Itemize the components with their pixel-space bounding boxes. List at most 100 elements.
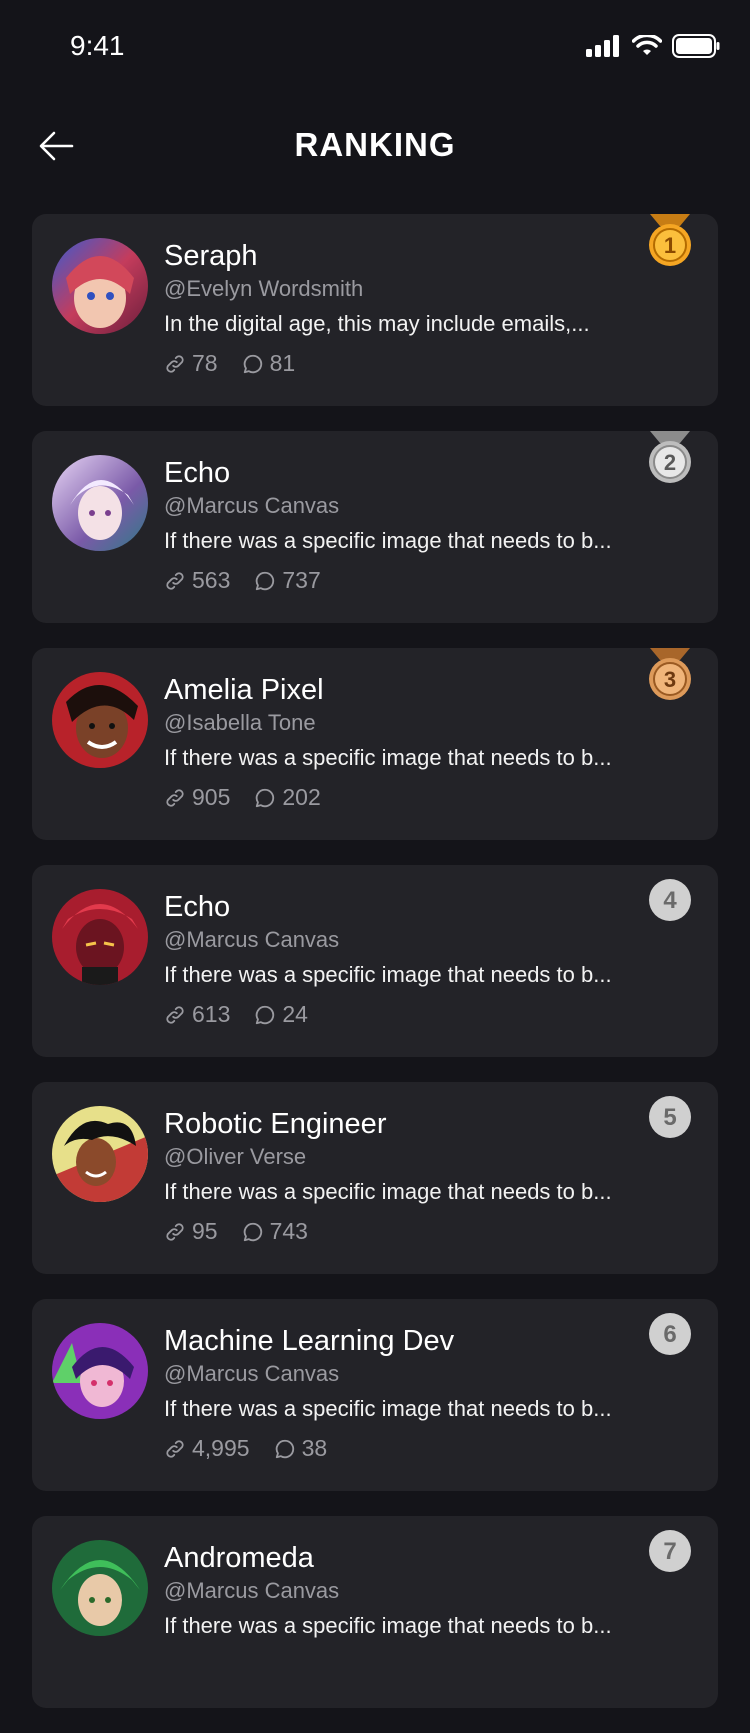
avatar	[52, 1540, 148, 1636]
link-icon	[166, 354, 184, 373]
ranking-card[interactable]: Seraph @Evelyn Wordsmith In the digital …	[32, 214, 718, 406]
signal-icon	[586, 35, 619, 57]
user-name: Machine Learning Dev	[164, 1325, 455, 1357]
stats: 4,995 38	[164, 1435, 351, 1462]
battery-icon	[672, 34, 720, 58]
stats: 95 743	[164, 1218, 332, 1245]
comment-count: 202	[282, 784, 321, 810]
rank-number: 2	[664, 450, 676, 475]
link-count: 95	[192, 1218, 218, 1244]
rank-medal-gold: 1	[648, 214, 692, 274]
link-count: 613	[192, 1001, 231, 1027]
comment-icon	[256, 571, 275, 590]
user-description: If there was a specific image that needs…	[164, 1179, 612, 1204]
user-handle: @Isabella Tone	[164, 710, 316, 735]
rank-medal-silver: 2	[648, 431, 692, 491]
comment-icon	[243, 1222, 262, 1241]
user-name: Echo	[164, 891, 231, 923]
comment-count: 24	[282, 1001, 308, 1027]
ranking-card[interactable]: Echo @Marcus Canvas If there was a speci…	[32, 431, 718, 623]
user-name: Robotic Engineer	[164, 1108, 387, 1140]
avatar	[52, 1106, 148, 1202]
avatar	[52, 238, 148, 334]
link-icon	[166, 1439, 184, 1458]
comment-count: 737	[282, 567, 321, 593]
ranking-list: Seraph @Evelyn Wordsmith In the digital …	[32, 214, 718, 1733]
comment-stat: 24	[254, 1001, 308, 1028]
user-description: If there was a specific image that needs…	[164, 962, 612, 987]
rank-badge: 5	[648, 1082, 692, 1142]
rank-number: 4	[663, 887, 677, 914]
user-description: In the digital age, this may include ema…	[164, 311, 590, 336]
user-description: If there was a specific image that needs…	[164, 1396, 612, 1421]
ranking-card[interactable]: Amelia Pixel @Isabella Tone If there was…	[32, 648, 718, 840]
comment-stat: 743	[242, 1218, 308, 1245]
link-count: 78	[192, 350, 218, 376]
ranking-card[interactable]: Machine Learning Dev @Marcus Canvas If t…	[32, 1299, 718, 1491]
comment-stat: 202	[254, 784, 321, 811]
user-description: If there was a specific image that needs…	[164, 1613, 612, 1638]
link-stat: 563	[164, 567, 230, 594]
stats: 905 202	[164, 784, 345, 811]
status-icons	[586, 34, 720, 58]
link-count: 4,995	[192, 1435, 250, 1461]
comment-icon	[243, 354, 262, 373]
avatar	[52, 672, 148, 768]
user-name: Andromeda	[164, 1542, 314, 1574]
link-stat: 905	[164, 784, 230, 811]
comment-count: 81	[269, 350, 296, 376]
stats: 563 737	[164, 567, 345, 594]
user-handle: @Evelyn Wordsmith	[164, 276, 364, 301]
user-name: Amelia Pixel	[164, 674, 324, 706]
ranking-card[interactable]: Andromeda @Marcus Canvas If there was a …	[32, 1516, 718, 1708]
rank-number: 5	[663, 1104, 676, 1131]
link-stat: 4,995	[164, 1435, 250, 1462]
page-title: RANKING	[294, 126, 456, 163]
link-icon	[166, 788, 184, 807]
status-time: 9:41	[70, 30, 125, 61]
user-handle: @Marcus Canvas	[164, 927, 340, 952]
wifi-icon	[632, 35, 662, 55]
avatar	[52, 889, 148, 985]
link-stat: 78	[164, 350, 218, 377]
user-name: Seraph	[164, 240, 258, 272]
rank-number: 1	[664, 233, 676, 258]
header: RANKING	[0, 110, 750, 180]
user-description: If there was a specific image that needs…	[164, 745, 612, 770]
comment-count: 38	[301, 1435, 328, 1461]
rank-number: 6	[663, 1321, 676, 1348]
user-handle: @Oliver Verse	[164, 1144, 307, 1169]
stats: 78 81	[164, 350, 319, 377]
rank-number: 7	[663, 1538, 676, 1565]
comment-icon	[256, 788, 275, 807]
avatar	[52, 1323, 148, 1419]
comment-count: 743	[269, 1218, 308, 1244]
comment-icon	[256, 1005, 275, 1024]
user-handle: @Marcus Canvas	[164, 1361, 340, 1386]
user-handle: @Marcus Canvas	[164, 493, 340, 518]
link-count: 905	[192, 784, 231, 810]
link-icon	[166, 1005, 184, 1024]
link-count: 563	[192, 567, 231, 593]
comment-stat: 38	[274, 1435, 328, 1462]
rank-number: 3	[664, 667, 676, 692]
rank-medal-bronze: 3	[648, 648, 692, 708]
avatar	[52, 455, 148, 551]
ranking-card[interactable]: Echo @Marcus Canvas If there was a speci…	[32, 865, 718, 1057]
link-icon	[166, 571, 184, 590]
user-name: Echo	[164, 457, 231, 489]
comment-stat: 81	[242, 350, 296, 377]
user-description: If there was a specific image that needs…	[164, 528, 612, 553]
link-stat: 95	[164, 1218, 218, 1245]
link-stat: 613	[164, 1001, 230, 1028]
status-bar: 9:41	[0, 0, 750, 100]
stats: 613 24	[164, 1001, 332, 1028]
link-icon	[166, 1222, 184, 1241]
comment-stat: 737	[254, 567, 321, 594]
rank-badge: 6	[648, 1299, 692, 1359]
rank-badge: 4	[648, 865, 692, 925]
rank-badge: 7	[648, 1516, 692, 1576]
comment-icon	[275, 1439, 294, 1458]
user-handle: @Marcus Canvas	[164, 1578, 340, 1603]
ranking-card[interactable]: Robotic Engineer @Oliver Verse If there …	[32, 1082, 718, 1274]
